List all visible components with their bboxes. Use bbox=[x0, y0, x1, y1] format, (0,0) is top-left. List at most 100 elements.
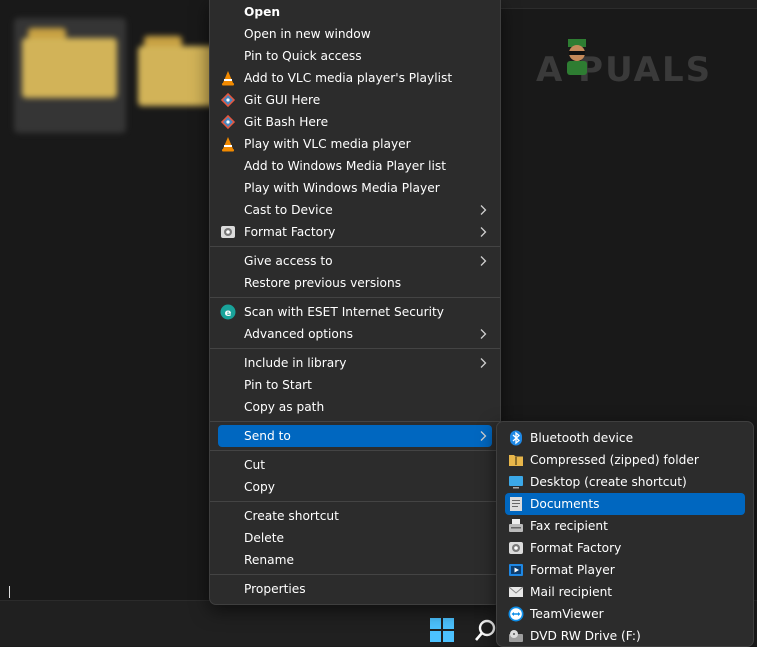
menu-item-label: Format Factory bbox=[530, 541, 622, 555]
menu-item-play-with-windows-media-player[interactable]: Play with Windows Media Player bbox=[218, 177, 492, 199]
chevron-right-icon bbox=[478, 226, 488, 238]
menu-item-label: Scan with ESET Internet Security bbox=[244, 305, 445, 319]
menu-item-git-gui-here[interactable]: Git GUI Here bbox=[218, 89, 492, 111]
menu-item-send-to[interactable]: Send to bbox=[218, 425, 492, 447]
git-icon bbox=[220, 92, 236, 108]
format-factory-icon bbox=[220, 224, 236, 240]
chevron-right-icon bbox=[478, 328, 488, 340]
menu-item-restore-previous-versions[interactable]: Restore previous versions bbox=[218, 272, 492, 294]
send-to-item-desktop-create-shortcut[interactable]: Desktop (create shortcut) bbox=[505, 471, 745, 493]
menu-separator bbox=[210, 246, 500, 247]
context-menu: Open Open in new window Pin to Quick acces… bbox=[209, 0, 501, 605]
search-icon[interactable] bbox=[474, 618, 498, 642]
menu-item-give-access-to[interactable]: Give access to bbox=[218, 250, 492, 272]
menu-item-cast-to-device[interactable]: Cast to Device bbox=[218, 199, 492, 221]
send-to-item-format-player[interactable]: Format Player bbox=[505, 559, 745, 581]
send-to-item-mail-recipient[interactable]: Mail recipient bbox=[505, 581, 745, 603]
menu-item-cut[interactable]: Cut bbox=[218, 454, 492, 476]
menu-separator bbox=[210, 574, 500, 575]
teamviewer-icon bbox=[508, 606, 524, 622]
text-cursor bbox=[9, 586, 10, 598]
send-to-item-format-factory[interactable]: Format Factory bbox=[505, 537, 745, 559]
menu-item-label: Copy as path bbox=[244, 400, 325, 414]
menu-item-label: Cut bbox=[244, 458, 266, 472]
chevron-right-icon bbox=[478, 255, 488, 267]
menu-separator bbox=[210, 501, 500, 502]
zip-folder-icon bbox=[508, 452, 524, 468]
send-to-item-fax-recipient[interactable]: Fax recipient bbox=[505, 515, 745, 537]
menu-item-play-with-vlc-media-player[interactable]: Play with VLC media player bbox=[218, 133, 492, 155]
menu-item-copy[interactable]: Copy bbox=[218, 476, 492, 498]
windows-start-icon[interactable] bbox=[430, 618, 454, 642]
send-to-item-compressed-zipped-folder[interactable]: Compressed (zipped) folder bbox=[505, 449, 745, 471]
menu-item-copy-as-path[interactable]: Copy as path bbox=[218, 396, 492, 418]
vlc-icon bbox=[220, 136, 236, 152]
menu-item-git-bash-here[interactable]: Git Bash Here bbox=[218, 111, 492, 133]
menu-item-label: Git Bash Here bbox=[244, 115, 329, 129]
menu-item-label: Restore previous versions bbox=[244, 276, 402, 290]
menu-item-include-in-library[interactable]: Include in library bbox=[218, 352, 492, 374]
menu-item-label: Mail recipient bbox=[530, 585, 613, 599]
menu-item-label: Play with VLC media player bbox=[244, 137, 411, 151]
menu-item-label: DVD RW Drive (F:) bbox=[530, 629, 641, 643]
menu-item-properties[interactable]: Properties bbox=[218, 578, 492, 600]
menu-separator bbox=[210, 421, 500, 422]
send-to-item-teamviewer[interactable]: TeamViewer bbox=[505, 603, 745, 625]
format-player-icon bbox=[508, 562, 524, 578]
dvd-drive-icon bbox=[508, 628, 524, 644]
format-factory-icon bbox=[508, 540, 524, 556]
menu-item-delete[interactable]: Delete bbox=[218, 527, 492, 549]
menu-item-add-to-vlc-media-player-s-playlist[interactable]: Add to VLC media player's Playlist bbox=[218, 67, 492, 89]
menu-item-create-shortcut[interactable]: Create shortcut bbox=[218, 505, 492, 527]
eset-icon: e bbox=[220, 304, 236, 320]
menu-item-label: Give access to bbox=[244, 254, 333, 268]
menu-item-label: Format Player bbox=[530, 563, 615, 577]
menu-item-label: Compressed (zipped) folder bbox=[530, 453, 699, 467]
menu-item-label: Fax recipient bbox=[530, 519, 608, 533]
chevron-right-icon bbox=[478, 204, 488, 216]
bluetooth-icon bbox=[508, 430, 524, 446]
menu-item-label: Include in library bbox=[244, 356, 347, 370]
menu-separator bbox=[210, 450, 500, 451]
menu-separator bbox=[210, 297, 500, 298]
menu-item-label: Copy bbox=[244, 480, 275, 494]
menu-item-pin-to-quick-access[interactable]: Pin to Quick access bbox=[218, 45, 492, 67]
send-to-item-documents[interactable]: Documents bbox=[505, 493, 745, 515]
menu-item-rename[interactable]: Rename bbox=[218, 549, 492, 571]
menu-item-label: Git GUI Here bbox=[244, 93, 321, 107]
title-bar bbox=[500, 0, 757, 9]
send-to-item-bluetooth-device[interactable]: Bluetooth device bbox=[505, 427, 745, 449]
menu-item-label: Add to VLC media player's Playlist bbox=[244, 71, 453, 85]
mail-icon bbox=[508, 584, 524, 600]
menu-item-open[interactable]: Open bbox=[218, 1, 492, 23]
menu-item-label: Pin to Quick access bbox=[244, 49, 362, 63]
send-to-item-dvd-rw-drive-f[interactable]: DVD RW Drive (F:) bbox=[505, 625, 745, 647]
chevron-right-icon bbox=[478, 430, 488, 442]
menu-item-scan-with-eset-internet-security[interactable]: e Scan with ESET Internet Security bbox=[218, 301, 492, 323]
menu-item-label: Bluetooth device bbox=[530, 431, 634, 445]
menu-item-label: Documents bbox=[530, 497, 600, 511]
chevron-right-icon bbox=[478, 357, 488, 369]
menu-item-label: Format Factory bbox=[244, 225, 336, 239]
menu-item-label: Open in new window bbox=[244, 27, 371, 41]
menu-item-label: Play with Windows Media Player bbox=[244, 181, 440, 195]
folder-icon[interactable] bbox=[138, 36, 220, 106]
menu-item-label: Create shortcut bbox=[244, 509, 339, 523]
menu-item-open-in-new-window[interactable]: Open in new window bbox=[218, 23, 492, 45]
menu-item-label: Cast to Device bbox=[244, 203, 333, 217]
menu-item-label: Rename bbox=[244, 553, 294, 567]
git-icon bbox=[220, 114, 236, 130]
menu-item-label: Send to bbox=[244, 429, 291, 443]
menu-item-add-to-windows-media-player-list[interactable]: Add to Windows Media Player list bbox=[218, 155, 492, 177]
menu-item-pin-to-start[interactable]: Pin to Start bbox=[218, 374, 492, 396]
menu-item-format-factory[interactable]: Format Factory bbox=[218, 221, 492, 243]
vlc-icon bbox=[220, 70, 236, 86]
menu-item-label: Advanced options bbox=[244, 327, 353, 341]
folder-icon[interactable] bbox=[14, 18, 126, 133]
menu-item-label: Properties bbox=[244, 582, 306, 596]
menu-item-label: Delete bbox=[244, 531, 285, 545]
menu-item-advanced-options[interactable]: Advanced options bbox=[218, 323, 492, 345]
menu-separator bbox=[210, 348, 500, 349]
fax-icon bbox=[508, 518, 524, 534]
menu-item-label: TeamViewer bbox=[530, 607, 604, 621]
